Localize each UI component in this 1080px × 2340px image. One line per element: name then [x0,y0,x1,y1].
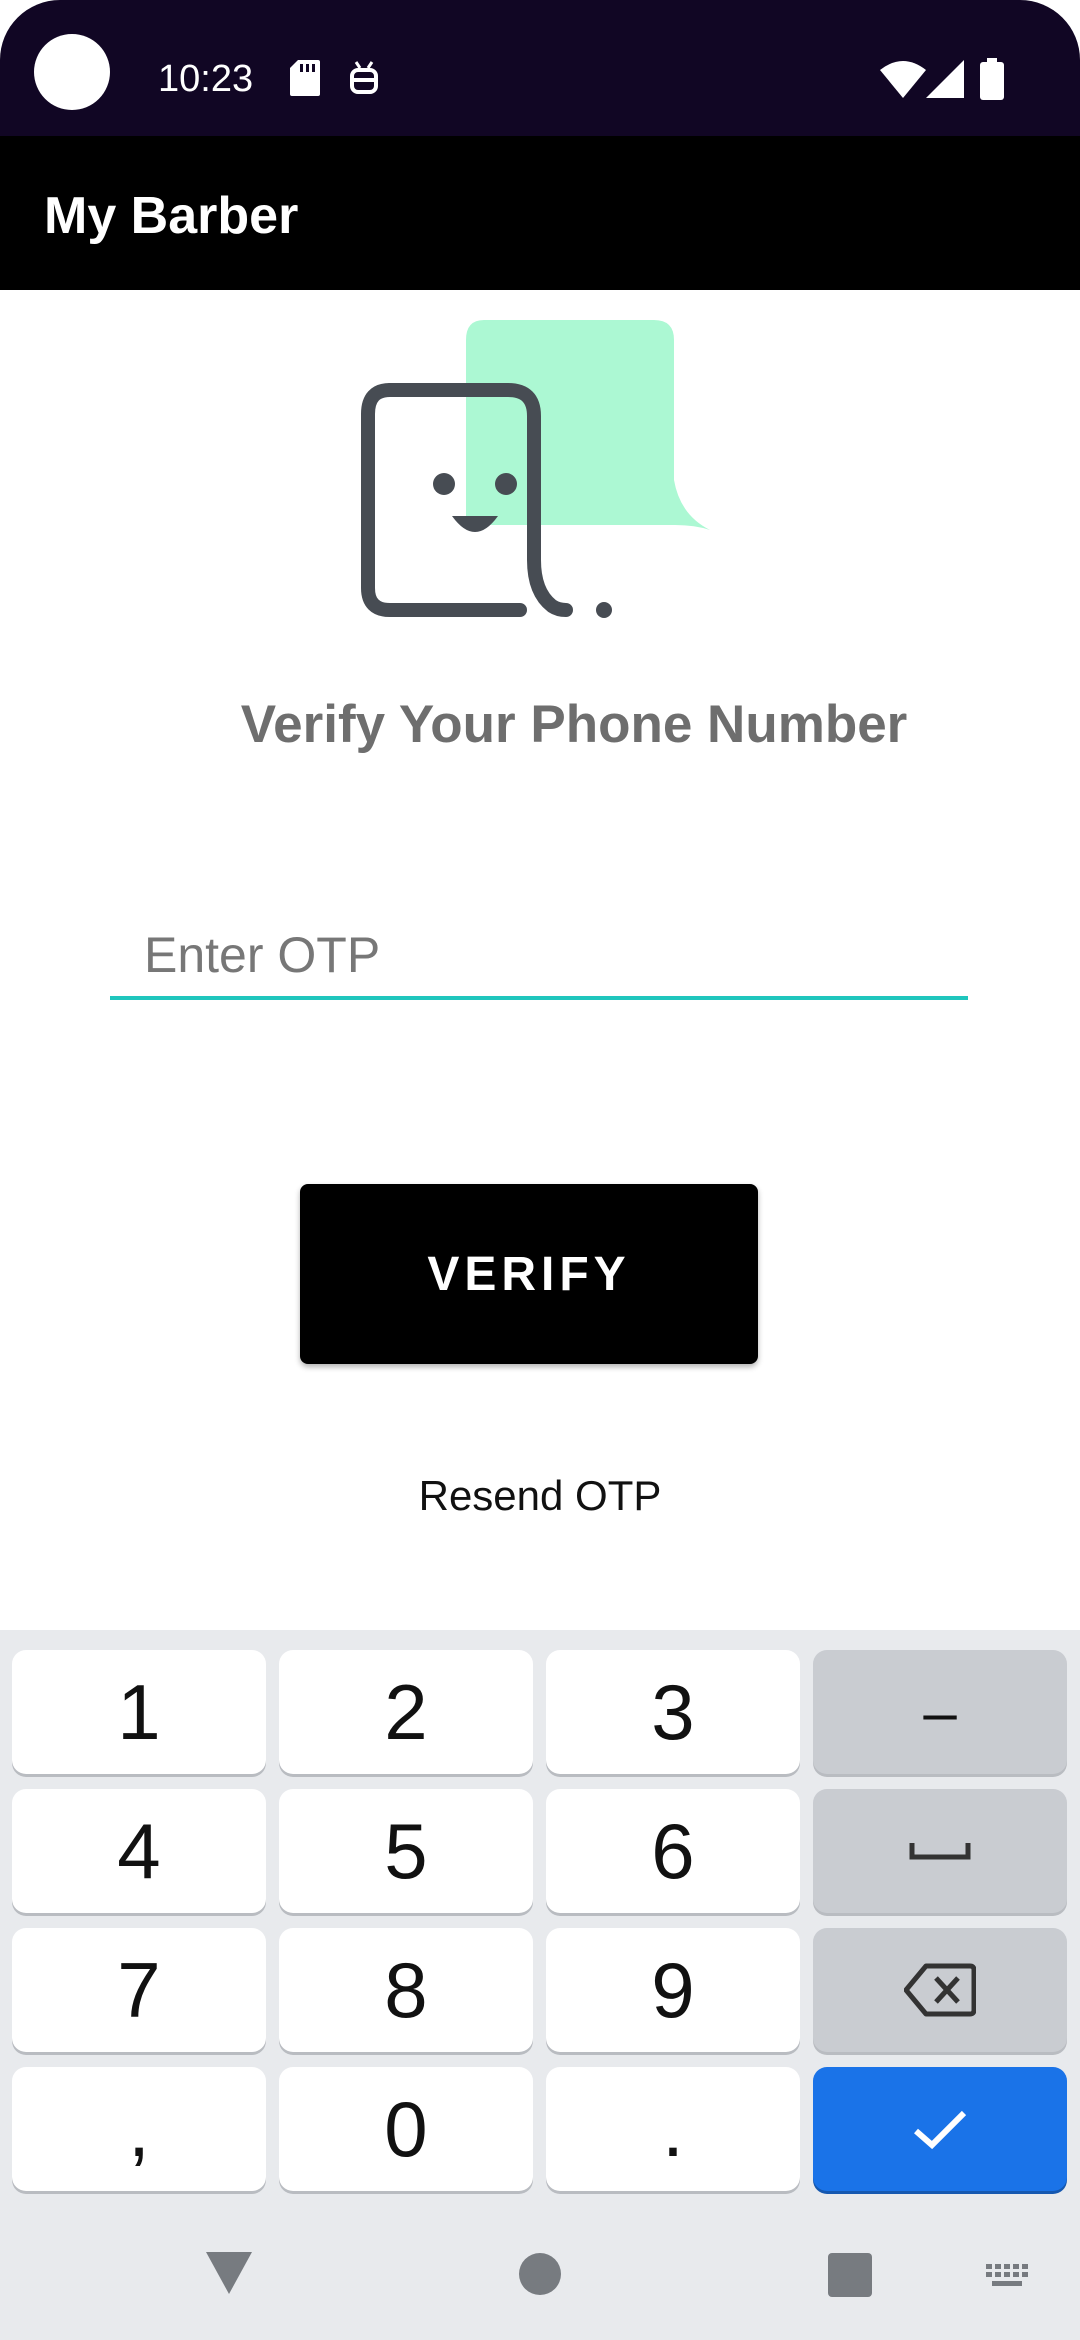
key-comma[interactable]: , [12,2067,266,2191]
key-6[interactable]: 6 [546,1789,800,1913]
verify-button[interactable]: VERIFY [300,1184,758,1364]
otp-input[interactable] [110,920,968,1000]
camera-cutout [34,34,110,110]
key-1[interactable]: 1 [12,1650,266,1774]
home-icon[interactable] [518,2252,562,2296]
key-enter[interactable] [813,2067,1067,2191]
key-9[interactable]: 9 [546,1928,800,2052]
android-icon [350,61,378,94]
battery-icon [980,58,1004,100]
key-space[interactable] [813,1789,1067,1913]
key-2[interactable]: 2 [279,1650,533,1774]
recents-icon[interactable] [828,2253,872,2297]
sd-card-icon [290,60,320,96]
resend-otp-link[interactable]: Resend OTP [0,1472,1080,1520]
page-title: Verify Your Phone Number [240,695,908,754]
space-icon [909,1843,971,1860]
key-4[interactable]: 4 [12,1789,266,1913]
key-0[interactable]: 0 [279,2067,533,2191]
check-icon [914,2110,967,2150]
key-8[interactable]: 8 [279,1928,533,2052]
system-nav-bar [0,2240,1080,2340]
keyboard-switch-icon[interactable] [986,2264,1030,2290]
status-bar: 10:23 [0,0,1080,136]
key-period[interactable]: . [546,2067,800,2191]
back-icon[interactable] [204,2250,254,2296]
key-minus[interactable]: – [813,1650,1067,1774]
status-time: 10:23 [158,58,254,100]
backspace-icon [904,1963,976,2017]
key-7[interactable]: 7 [12,1928,266,2052]
signal-icon [926,60,964,98]
app-bar: My Barber [0,136,1080,290]
key-3[interactable]: 3 [546,1650,800,1774]
app-title: My Barber [44,187,299,245]
numeric-keyboard: 1 2 3 – 4 5 6 7 8 9 , 0 . [0,1630,1080,2340]
key-backspace[interactable] [813,1928,1067,2052]
chat-smiley-icon [361,320,710,618]
wifi-icon [880,61,926,98]
key-5[interactable]: 5 [279,1789,533,1913]
